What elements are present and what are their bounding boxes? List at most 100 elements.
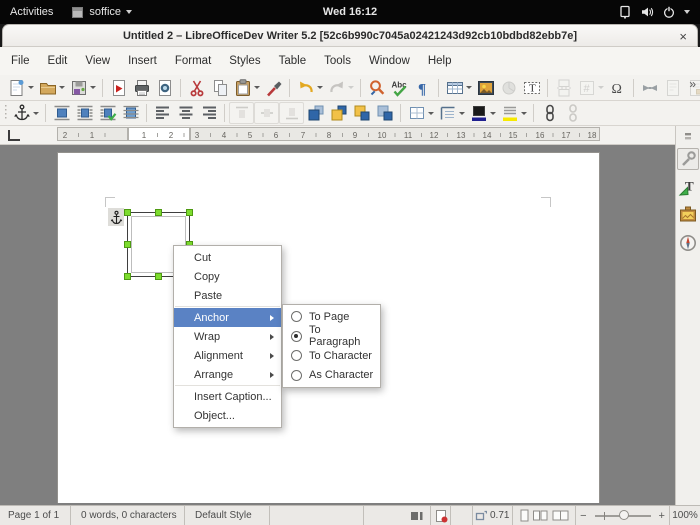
menu-format[interactable]: Format (166, 55, 220, 67)
spelling-button[interactable]: Abc (388, 77, 411, 99)
borders-button[interactable] (405, 102, 428, 124)
context-menu-item-anchor[interactable]: Anchor (174, 308, 281, 327)
dropdown-arrow-icon[interactable] (490, 111, 496, 115)
send-to-back-button[interactable] (373, 102, 396, 124)
dropdown-arrow-icon[interactable] (33, 111, 39, 115)
dropdown-arrow-icon[interactable] (348, 86, 354, 89)
resize-handle-bottom-left[interactable] (124, 273, 131, 280)
ruler-object-extent[interactable]: 1 2 (128, 127, 190, 141)
resize-handle-bottom-center[interactable] (155, 273, 162, 280)
tab-stop-selector[interactable] (8, 130, 20, 141)
status-word-count[interactable]: 0 words, 0 characters (71, 506, 185, 525)
menu-edit[interactable]: Edit (39, 55, 77, 67)
toolbar-overflow-button[interactable]: » (689, 77, 696, 91)
align-top-button[interactable] (229, 102, 254, 124)
insert-field-button[interactable]: # (575, 77, 598, 99)
context-menu-item-insert-caption[interactable]: Insert Caption... (174, 387, 281, 406)
ruler-text-area[interactable]: 3 4 5 6 7 8 9 10 11 12 13 14 15 16 17 18 (190, 127, 600, 141)
clock[interactable]: Wed 16:12 (323, 6, 377, 18)
align-left-button[interactable] (151, 102, 174, 124)
align-bottom-button[interactable] (279, 102, 304, 124)
menu-table[interactable]: Table (270, 55, 316, 67)
find-and-replace-button[interactable] (365, 77, 388, 99)
submenu-item-as-character[interactable]: As Character (283, 366, 380, 386)
background-color-button[interactable] (498, 102, 521, 124)
activities-button[interactable]: Activities (10, 6, 53, 18)
cut-button[interactable] (185, 77, 208, 99)
resize-handle-top-center[interactable] (155, 209, 162, 216)
object-anchor-icon[interactable] (108, 208, 124, 226)
print-button[interactable] (130, 77, 153, 99)
single-page-view-icon[interactable] (520, 509, 529, 522)
wrap-off-button[interactable] (50, 102, 73, 124)
redo-button[interactable] (325, 77, 348, 99)
align-center-button[interactable] (174, 102, 197, 124)
sidebar-settings-button[interactable] (677, 130, 699, 142)
status-language[interactable] (270, 506, 364, 525)
book-view-icon[interactable] (552, 509, 569, 522)
insert-chart-button[interactable] (497, 77, 520, 99)
insert-image-button[interactable] (474, 77, 497, 99)
formatting-marks-button[interactable]: ¶ (411, 77, 434, 99)
context-menu-item-object[interactable]: Object... (174, 406, 281, 425)
multi-page-view-icon[interactable] (532, 509, 548, 522)
app-menu-button[interactable]: soffice (71, 6, 132, 19)
submenu-item-to-paragraph[interactable]: To Paragraph (283, 324, 380, 348)
resize-handle-top-left[interactable] (124, 209, 131, 216)
window-titlebar[interactable]: Untitled 2 – LibreOfficeDev Writer 5.2 [… (2, 24, 698, 47)
submenu-item-to-character[interactable]: To Character (283, 346, 380, 366)
insert-hyperlink-button[interactable] (638, 77, 661, 99)
wrap-through-button[interactable] (119, 102, 142, 124)
status-signature[interactable] (451, 506, 473, 525)
dropdown-arrow-icon[interactable] (90, 86, 96, 89)
open-button[interactable] (36, 77, 59, 99)
status-document-modified[interactable] (431, 506, 451, 525)
border-style-button[interactable] (436, 102, 459, 124)
menu-view[interactable]: View (76, 55, 119, 67)
context-menu-item-cut[interactable]: Cut (174, 248, 281, 267)
dropdown-arrow-icon[interactable] (459, 111, 465, 115)
copy-button[interactable] (208, 77, 231, 99)
status-zoom-level[interactable]: 100% (670, 506, 700, 525)
menu-tools[interactable]: Tools (315, 55, 360, 67)
forward-one-button[interactable] (327, 102, 350, 124)
dropdown-arrow-icon[interactable] (521, 111, 527, 115)
ruler-strip[interactable]: 2 1 1 2 3 4 5 6 7 8 9 10 11 12 13 14 15 (57, 127, 600, 143)
status-selection-mode[interactable] (364, 506, 431, 525)
wrap-optimal-button[interactable] (96, 102, 119, 124)
dropdown-arrow-icon[interactable] (466, 86, 472, 89)
status-page-style[interactable]: Default Style (185, 506, 270, 525)
menu-insert[interactable]: Insert (119, 55, 166, 67)
align-middle-button[interactable] (254, 102, 279, 124)
dropdown-arrow-icon[interactable] (317, 86, 323, 89)
dropdown-arrow-icon[interactable] (598, 86, 604, 89)
sidebar-navigator-button[interactable] (677, 232, 699, 254)
clone-formatting-button[interactable] (262, 77, 285, 99)
ruler-left-margin[interactable]: 2 1 (57, 127, 128, 141)
resize-handle-top-right[interactable] (186, 209, 193, 216)
dropdown-arrow-icon[interactable] (428, 111, 434, 115)
context-menu-item-copy[interactable]: Copy (174, 267, 281, 286)
status-object-size[interactable]: 0.71 (473, 506, 513, 525)
zoom-out-button[interactable]: − (576, 510, 590, 522)
insert-footnote-button[interactable] (661, 77, 684, 99)
menu-styles[interactable]: Styles (220, 55, 269, 67)
context-menu-item-arrange[interactable]: Arrange (174, 365, 281, 384)
menu-help[interactable]: Help (419, 55, 461, 67)
save-button[interactable] (67, 77, 90, 99)
bring-to-front-button[interactable] (304, 102, 327, 124)
system-tray[interactable] (618, 5, 700, 19)
context-menu-item-paste[interactable]: Paste (174, 286, 281, 305)
toolbar-grip[interactable] (3, 105, 8, 121)
border-color-button[interactable] (467, 102, 490, 124)
sidebar-styles-button[interactable]: T (677, 176, 699, 198)
undo-button[interactable] (294, 77, 317, 99)
status-page-info[interactable]: Page 1 of 1 (0, 506, 71, 525)
new-document-button[interactable] (5, 77, 28, 99)
unlink-frames-button[interactable] (561, 102, 584, 124)
dropdown-arrow-icon[interactable] (254, 86, 260, 89)
special-character-button[interactable]: Ω (606, 77, 629, 99)
align-right-button[interactable] (197, 102, 220, 124)
dropdown-arrow-icon[interactable] (59, 86, 65, 89)
anchor-button[interactable] (10, 102, 33, 124)
